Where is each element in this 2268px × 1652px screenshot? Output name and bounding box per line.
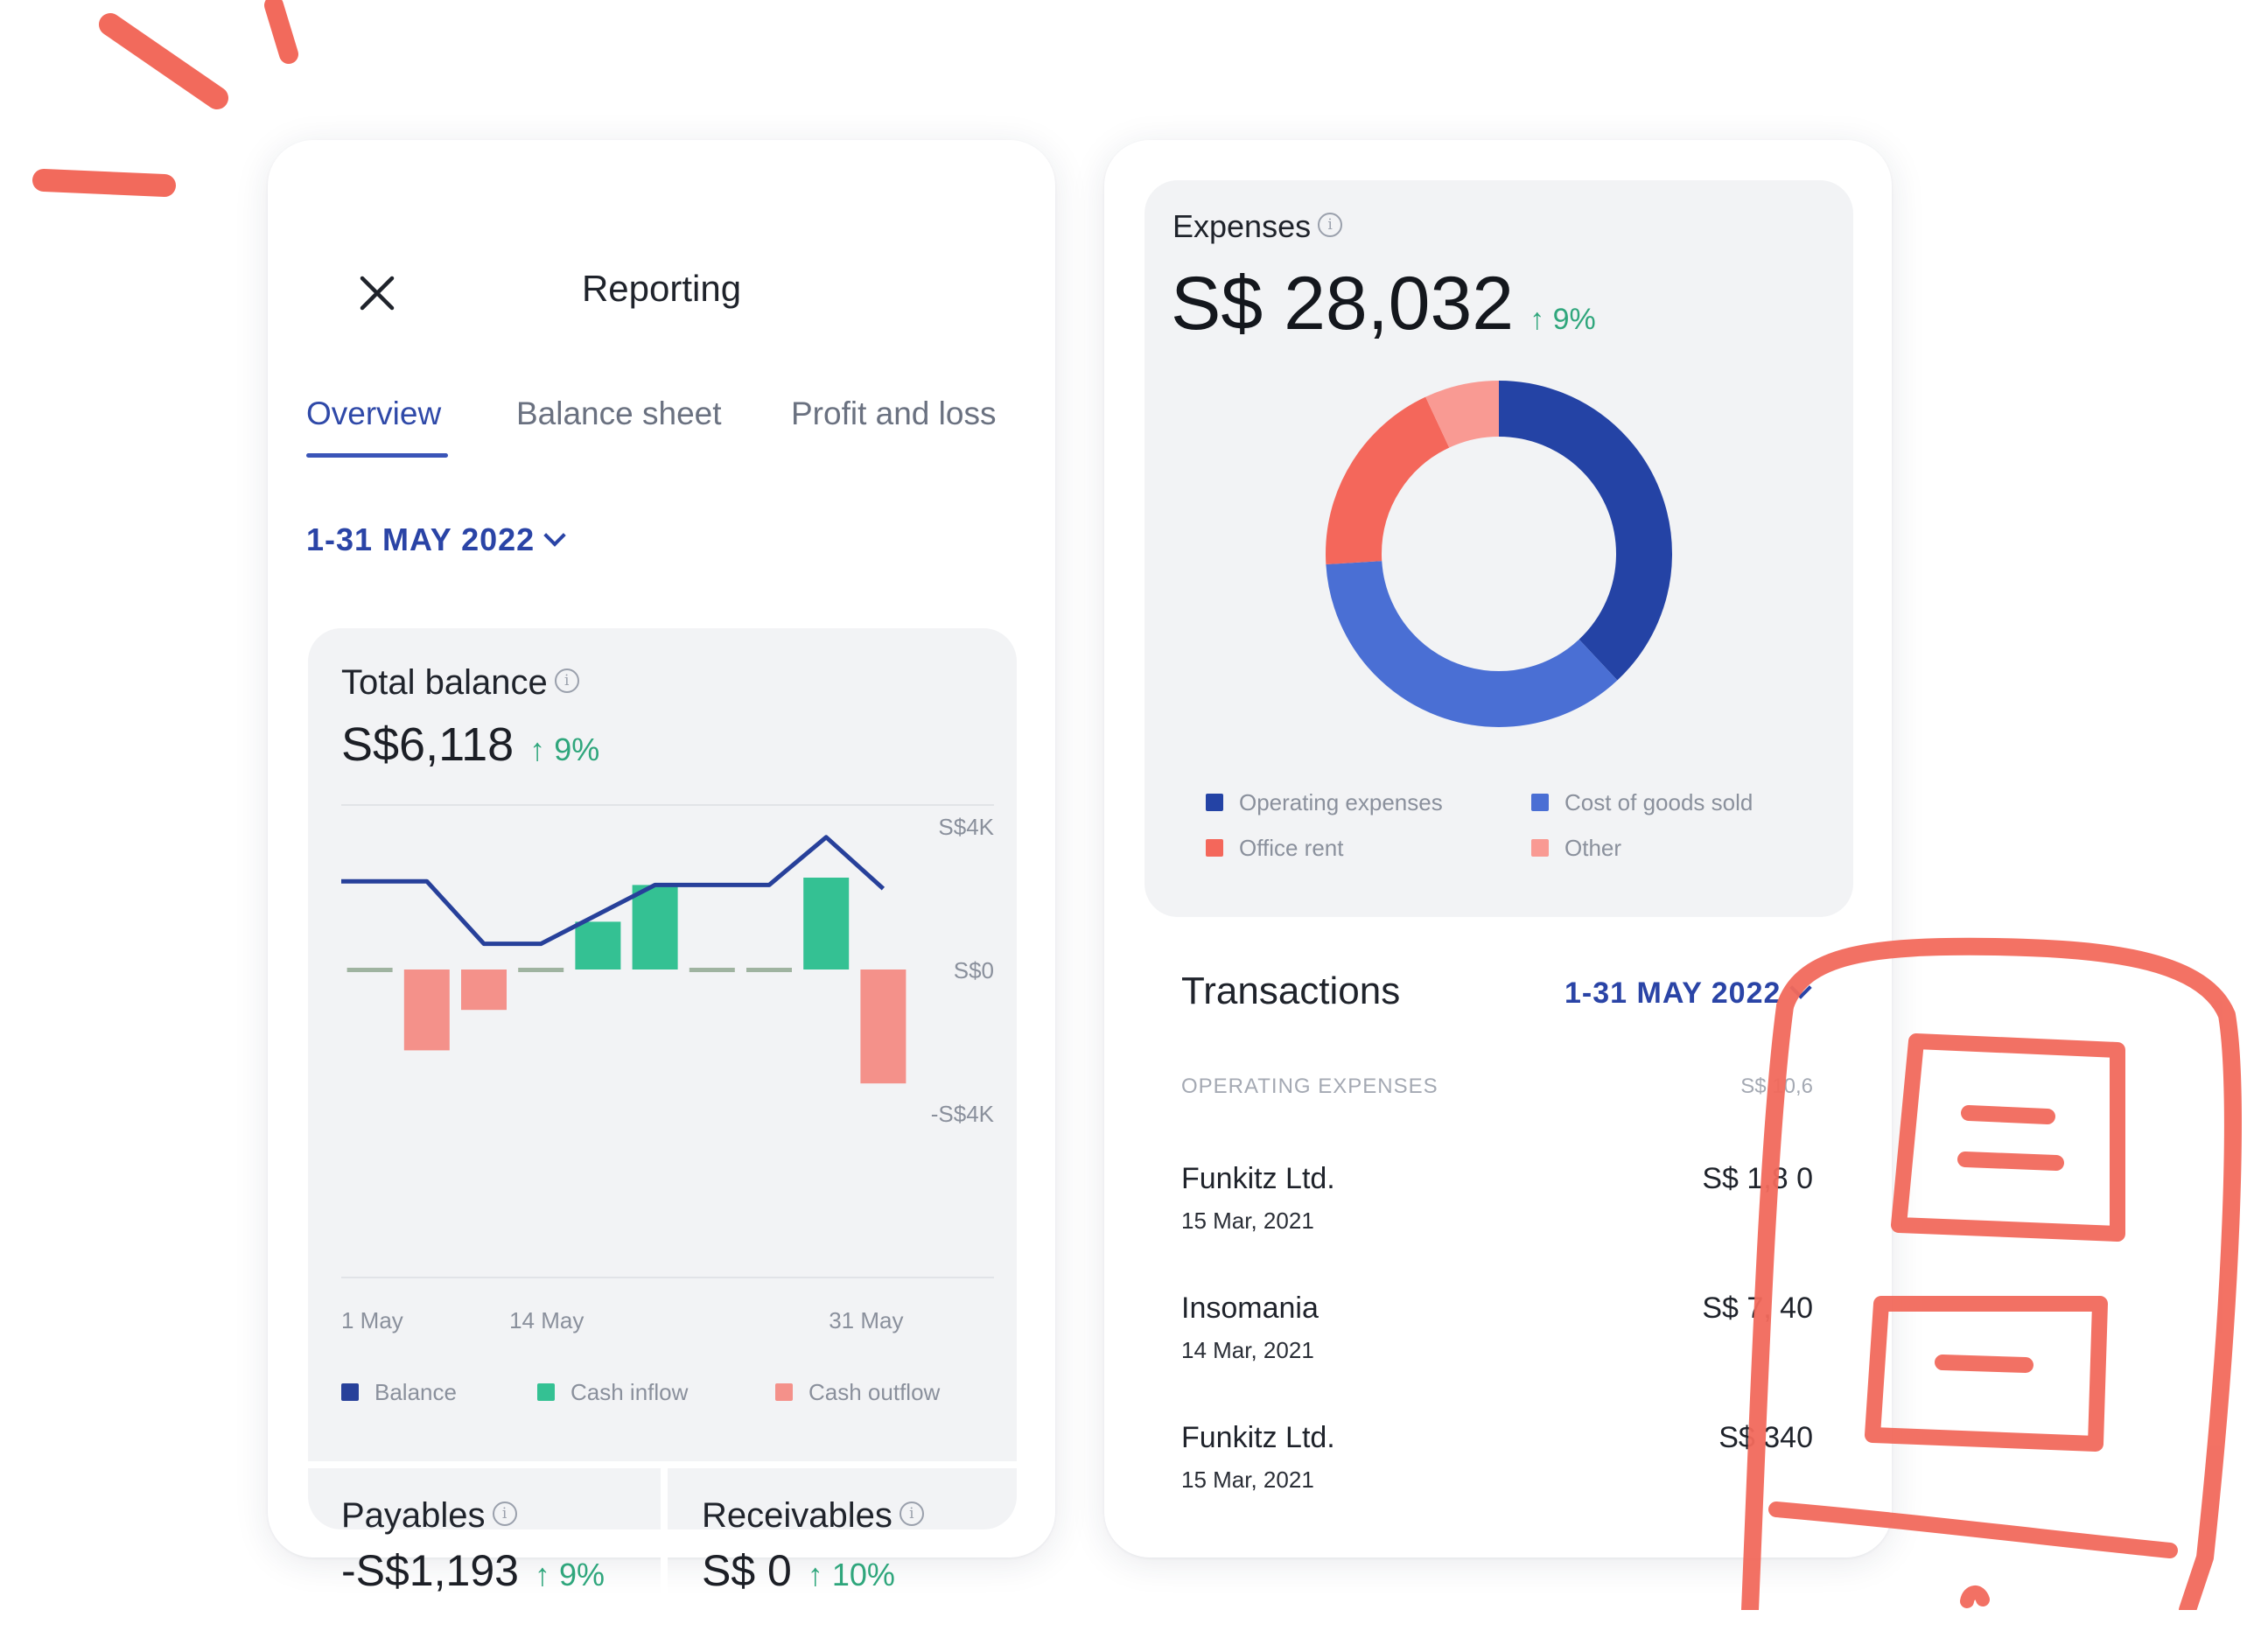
transaction-name: Funkitz Ltd. [1181,1162,1335,1195]
section-label: OPERATING EXPENSES [1181,1074,1438,1098]
payables-label: Payables [341,1496,486,1535]
other-swatch [1531,839,1549,858]
transaction-row[interactable]: Insomania 14 Mar, 2021 S$ 7, 40 [1104,1292,1892,1414]
section-total: S$ 10,6 [1740,1074,1813,1098]
balance-swatch [341,1383,359,1402]
legend-item-operating-expenses: Operating expenses [1206,789,1443,816]
transactions-date-dropdown[interactable]: 1-31 MAY 2022 [1564,976,1813,1011]
receivables-value: S$ 0 [702,1546,792,1595]
payables-delta: ↑ 9% [534,1557,605,1592]
expenses-card: Expenses i S$ 28,032 ↑ 9% Operating expens… [1104,140,1892,1558]
date-range-label: 1-31 MAY 2022 [306,522,536,557]
expenses-panel: Expenses i S$ 28,032 ↑ 9% Operating expens… [1144,180,1853,917]
y-tick-label: -S$4K [931,1101,995,1127]
receivables-label: Receivables [702,1496,892,1535]
legend-item-balance: Balance [341,1379,457,1406]
transaction-amount: S$ 7, 40 [1702,1292,1813,1325]
cash-outflow-bar [461,970,507,1011]
receivables-value-row: S$ 0 ↑ 10% [702,1545,895,1596]
info-icon[interactable]: i [899,1502,924,1527]
payables-heading: Payables i [341,1496,517,1536]
cash-inflow-bar [632,885,678,970]
x-tick-label: 14 May [509,1307,584,1334]
office-rent-swatch [1206,839,1223,858]
legend-label-cost-of-goods-sold: Cost of goods sold [1564,789,1754,816]
cash-outflow-swatch [775,1383,793,1402]
date-range-dropdown[interactable]: 1-31 MAY 2022 [306,522,566,558]
zero-bar [518,968,564,972]
cash-outflow-bar [860,970,906,1084]
legend-label-other: Other [1564,835,1622,861]
payables-value-row: -S$1,193 ↑ 9% [341,1545,605,1596]
receivables-delta: ↑ 10% [807,1557,895,1592]
reporting-card: Reporting Overview Balance sheet Profit … [268,140,1055,1645]
cost-of-goods-sold-swatch [1531,794,1549,812]
legend-label-office-rent: Office rent [1239,835,1344,861]
operating-expenses-swatch [1206,794,1223,812]
chevron-down-icon [543,524,566,547]
tab-overview[interactable]: Overview [306,396,441,432]
page-title: Reporting [581,268,742,309]
cash-inflow-bar [803,878,850,970]
total-balance-panel: Total balance i S$6,118 ↑ 9% S$4K S$0 -S$4K 1… [308,628,1017,1645]
transactions-date-label: 1-31 MAY 2022 [1564,976,1782,1010]
transaction-amount: S$ 1,8 0 [1702,1162,1813,1195]
cash-outflow-bar [403,970,450,1051]
legend-item-other: Other [1531,835,1621,862]
zero-bar [746,968,792,972]
transaction-amount: S$ 340 [1718,1421,1813,1454]
legend-item-cost-of-goods-sold: Cost of goods sold [1531,789,1753,816]
transaction-date: 14 Mar, 2021 [1181,1337,1314,1363]
transaction-name: Funkitz Ltd. [1181,1421,1335,1454]
legend-item-cash-outflow: Cash outflow [775,1379,940,1406]
transaction-date: 15 Mar, 2021 [1181,1466,1314,1493]
transaction-row[interactable]: Funkitz Ltd. 15 Mar, 2021 S$ 340 [1104,1421,1892,1544]
cash-inflow-bar [575,921,621,970]
active-tab-indicator [306,453,448,458]
tab-balance-sheet[interactable]: Balance sheet [516,396,722,432]
payables-value: -S$1,193 [341,1546,519,1595]
legend-label-operating-expenses: Operating expenses [1239,789,1443,816]
zero-bar [346,968,393,972]
legend-item-office-rent: Office rent [1206,835,1343,862]
info-icon[interactable]: i [492,1502,517,1527]
cash-inflow-swatch [537,1383,555,1402]
legend-label-cash-outflow: Cash outflow [808,1379,941,1405]
chevron-down-icon [1789,976,1813,999]
y-tick-label: S$4K [938,814,994,840]
tab-profit-and-loss[interactable]: Profit and loss [791,396,996,432]
x-tick-label: 1 May [341,1307,403,1334]
y-tick-label: S$0 [954,957,994,984]
zero-bar [689,968,735,972]
transaction-row[interactable]: Funkitz Ltd. 15 Mar, 2021 S$ 1,8 0 [1104,1162,1892,1284]
transaction-name: Insomania [1181,1292,1319,1325]
x-tick-label: 31 May [829,1307,903,1334]
receivables-heading: Receivables i [702,1496,924,1536]
transactions-title: Transactions [1181,970,1401,1012]
legend-label-cash-inflow: Cash inflow [570,1379,689,1405]
legend-item-cash-inflow: Cash inflow [537,1379,688,1406]
payables-receivables-row: Payables i -S$1,193 ↑ 9% Receivables i S$ 0… [308,1468,1017,1652]
legend-label-balance: Balance [374,1379,457,1405]
transaction-date: 15 Mar, 2021 [1181,1208,1314,1234]
